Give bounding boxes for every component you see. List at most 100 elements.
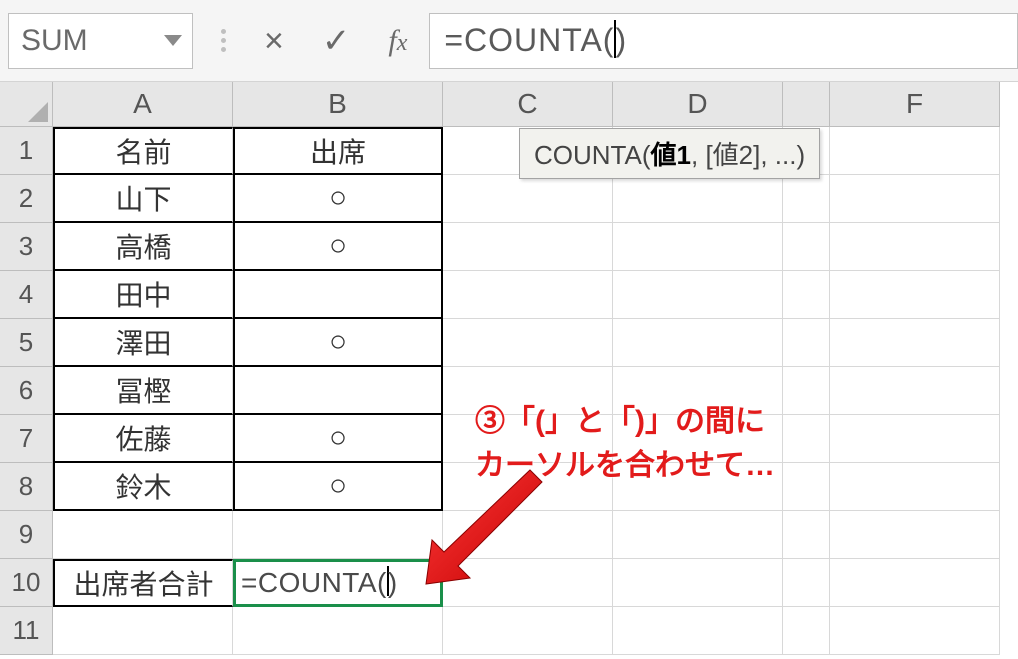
cell-F11[interactable] bbox=[830, 607, 1000, 655]
cell-F2[interactable] bbox=[830, 175, 1000, 223]
col-header-C[interactable]: C bbox=[443, 82, 613, 127]
cell-E3[interactable] bbox=[783, 223, 830, 271]
annotation-text: ③「(」と「)」の間に カーソルを合わせて… bbox=[475, 400, 775, 487]
editing-formula-prefix: =COUNTA( bbox=[241, 567, 387, 599]
col-header-F[interactable]: F bbox=[830, 82, 1000, 127]
cell-A11[interactable] bbox=[53, 607, 233, 655]
cell-F10[interactable] bbox=[830, 559, 1000, 607]
row-header-10[interactable]: 10 bbox=[0, 559, 53, 607]
cell-E5[interactable] bbox=[783, 319, 830, 367]
column-headers: A B C D E F bbox=[53, 82, 1000, 127]
cell-E6[interactable] bbox=[783, 367, 830, 415]
cell-D9[interactable] bbox=[613, 511, 783, 559]
cell-A9[interactable] bbox=[53, 511, 233, 559]
cell-F5[interactable] bbox=[830, 319, 1000, 367]
cell-B11[interactable] bbox=[233, 607, 443, 655]
cancel-icon[interactable]: × bbox=[264, 24, 284, 58]
spreadsheet: 1 2 3 4 5 6 7 8 9 10 11 A B C D E F 名前 出… bbox=[0, 82, 1018, 655]
cell-E2[interactable] bbox=[783, 175, 830, 223]
cell-A5[interactable]: 澤田 bbox=[53, 319, 233, 367]
cell-B1[interactable]: 出席 bbox=[233, 127, 443, 175]
cell-A1[interactable]: 名前 bbox=[53, 127, 233, 175]
cell-C11[interactable] bbox=[443, 607, 613, 655]
cell-E4[interactable] bbox=[783, 271, 830, 319]
cell-E10[interactable] bbox=[783, 559, 830, 607]
cell-B8[interactable]: ○ bbox=[233, 463, 443, 511]
cell-F7[interactable] bbox=[830, 415, 1000, 463]
cell-B10-editing[interactable]: =COUNTA() bbox=[233, 559, 443, 607]
cell-B3[interactable]: ○ bbox=[233, 223, 443, 271]
cell-B9[interactable] bbox=[233, 511, 443, 559]
cell-D4[interactable] bbox=[613, 271, 783, 319]
fx-icon[interactable]: fx bbox=[388, 24, 407, 58]
cell-C10[interactable] bbox=[443, 559, 613, 607]
circle-mark: ○ bbox=[329, 181, 347, 215]
cell-D5[interactable] bbox=[613, 319, 783, 367]
cell-F6[interactable] bbox=[830, 367, 1000, 415]
cell-A8[interactable]: 鈴木 bbox=[53, 463, 233, 511]
tooltip-rest: , [値2], ...) bbox=[691, 140, 805, 170]
cell-E9[interactable] bbox=[783, 511, 830, 559]
cell-A2[interactable]: 山下 bbox=[53, 175, 233, 223]
col-header-B[interactable]: B bbox=[233, 82, 443, 127]
cell-B7[interactable]: ○ bbox=[233, 415, 443, 463]
formula-text-suffix: ) bbox=[615, 22, 627, 59]
chevron-down-icon[interactable] bbox=[164, 35, 182, 46]
annotation-line1: ③「(」と「)」の間に bbox=[475, 400, 775, 444]
cell-C4[interactable] bbox=[443, 271, 613, 319]
cell-C5[interactable] bbox=[443, 319, 613, 367]
cell-A3[interactable]: 高橋 bbox=[53, 223, 233, 271]
row-header-8[interactable]: 8 bbox=[0, 463, 53, 511]
annotation-line2: カーソルを合わせて… bbox=[475, 444, 775, 488]
tooltip-fn-name: COUNTA bbox=[534, 140, 642, 170]
cell-F1[interactable] bbox=[830, 127, 1000, 175]
formula-controls: × ✓ fx bbox=[221, 24, 407, 58]
row-header-7[interactable]: 7 bbox=[0, 415, 53, 463]
function-tooltip[interactable]: COUNTA(値1, [値2], ...) bbox=[519, 128, 820, 179]
tooltip-arg-bold: 値1 bbox=[651, 140, 691, 170]
cell-A7[interactable]: 佐藤 bbox=[53, 415, 233, 463]
cell-C3[interactable] bbox=[443, 223, 613, 271]
cell-B5[interactable]: ○ bbox=[233, 319, 443, 367]
circle-mark: ○ bbox=[329, 421, 347, 455]
cell-E11[interactable] bbox=[783, 607, 830, 655]
cell-F4[interactable] bbox=[830, 271, 1000, 319]
cell-D3[interactable] bbox=[613, 223, 783, 271]
name-box[interactable]: SUM bbox=[8, 13, 193, 69]
editing-formula-suffix: ) bbox=[388, 567, 398, 599]
col-header-D[interactable]: D bbox=[613, 82, 783, 127]
formula-input[interactable]: =COUNTA() bbox=[429, 13, 1018, 69]
cell-F8[interactable] bbox=[830, 463, 1000, 511]
cells-area: 名前 出席 山下 ○ 高橋 ○ bbox=[53, 127, 1000, 655]
col-header-E[interactable]: E bbox=[783, 82, 830, 127]
row-header-11[interactable]: 11 bbox=[0, 607, 53, 655]
cell-B6[interactable] bbox=[233, 367, 443, 415]
cell-F9[interactable] bbox=[830, 511, 1000, 559]
formula-bar-area: SUM × ✓ fx =COUNTA() bbox=[0, 0, 1018, 82]
cell-C9[interactable] bbox=[443, 511, 613, 559]
cell-C2[interactable] bbox=[443, 175, 613, 223]
row-header-2[interactable]: 2 bbox=[0, 175, 53, 223]
cell-A6[interactable]: 冨樫 bbox=[53, 367, 233, 415]
row-header-1[interactable]: 1 bbox=[0, 127, 53, 175]
formula-text-prefix: =COUNTA( bbox=[444, 22, 614, 59]
col-header-A[interactable]: A bbox=[53, 82, 233, 127]
row-header-6[interactable]: 6 bbox=[0, 367, 53, 415]
cell-A4[interactable]: 田中 bbox=[53, 271, 233, 319]
cell-D10[interactable] bbox=[613, 559, 783, 607]
cell-A10[interactable]: 出席者合計 bbox=[53, 559, 233, 607]
enter-icon[interactable]: ✓ bbox=[322, 24, 351, 58]
cell-E7[interactable] bbox=[783, 415, 830, 463]
select-all-corner[interactable] bbox=[0, 82, 53, 127]
row-header-9[interactable]: 9 bbox=[0, 511, 53, 559]
cell-F3[interactable] bbox=[830, 223, 1000, 271]
cell-E8[interactable] bbox=[783, 463, 830, 511]
row-header-3[interactable]: 3 bbox=[0, 223, 53, 271]
cell-B2[interactable]: ○ bbox=[233, 175, 443, 223]
row-header-4[interactable]: 4 bbox=[0, 271, 53, 319]
cell-D11[interactable] bbox=[613, 607, 783, 655]
cell-D2[interactable] bbox=[613, 175, 783, 223]
cell-B4[interactable] bbox=[233, 271, 443, 319]
row-header-5[interactable]: 5 bbox=[0, 319, 53, 367]
drag-handle-icon bbox=[221, 29, 226, 52]
